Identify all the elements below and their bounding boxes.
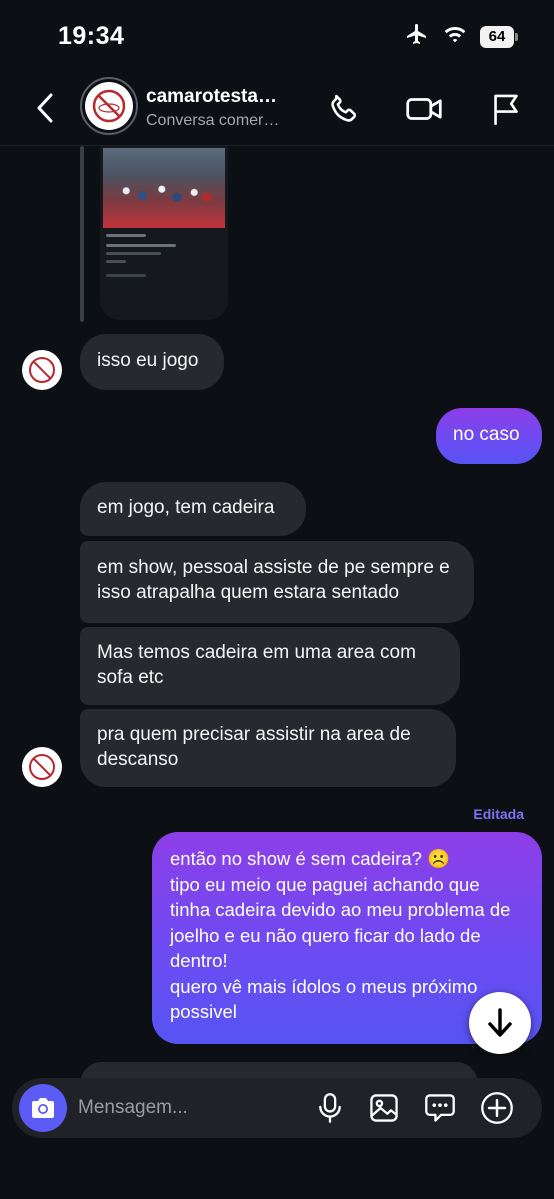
airplane-icon bbox=[404, 22, 430, 51]
battery-level: 64 bbox=[480, 25, 514, 48]
sticker-button[interactable] bbox=[422, 1090, 458, 1126]
battery-tip bbox=[515, 32, 518, 41]
contact-chat-avatar[interactable] bbox=[22, 350, 62, 390]
message-incoming[interactable]: em show, pessoal assiste de pe sempre e … bbox=[80, 541, 474, 623]
message-composer bbox=[12, 1078, 542, 1138]
status-bar: 19:34 64 bbox=[0, 0, 554, 72]
message-outgoing[interactable]: no caso bbox=[436, 408, 542, 464]
contact-avatar[interactable] bbox=[80, 77, 138, 135]
message-input[interactable] bbox=[78, 1092, 298, 1124]
conversation-header: camarotesta… Conversa comer… bbox=[0, 72, 554, 146]
no-sign-logo-icon bbox=[29, 754, 55, 780]
contact-chat-avatar[interactable] bbox=[22, 747, 62, 787]
edited-label: Editada bbox=[473, 806, 524, 822]
post-actions-row bbox=[106, 234, 146, 237]
dm-conversation-screen: 19:34 64 camarotesta… Conversa comer… is… bbox=[0, 0, 554, 1199]
sticker-chat-icon bbox=[425, 1094, 455, 1122]
message-incoming[interactable]: em jogo, tem cadeira bbox=[80, 482, 306, 536]
status-icons: 64 bbox=[404, 22, 518, 51]
contact-status: Conversa comer… bbox=[146, 112, 280, 129]
message-incoming[interactable]: pra quem precisar assistir na area de de… bbox=[80, 709, 456, 787]
flag-icon bbox=[494, 94, 518, 125]
message-incoming[interactable]: isso eu jogo bbox=[80, 334, 224, 390]
no-sign-logo-icon bbox=[29, 357, 55, 383]
voice-call-button[interactable] bbox=[324, 89, 364, 129]
message-incoming[interactable]: Mas temos cadeira em uma area com sofa e… bbox=[80, 627, 460, 705]
phone-icon bbox=[331, 94, 357, 122]
video-camera-icon bbox=[406, 98, 442, 120]
status-time: 19:34 bbox=[58, 22, 125, 50]
no-sign-logo-icon bbox=[85, 82, 133, 130]
post-caption-line bbox=[106, 260, 126, 263]
reply-indicator-line bbox=[80, 146, 84, 322]
back-button[interactable] bbox=[30, 90, 60, 126]
gallery-icon bbox=[370, 1094, 398, 1122]
more-options-button[interactable] bbox=[479, 1090, 515, 1126]
microphone-icon bbox=[319, 1093, 341, 1123]
back-chevron-icon bbox=[37, 93, 53, 123]
camera-icon bbox=[32, 1098, 54, 1118]
arrow-down-icon bbox=[488, 1008, 512, 1037]
post-caption-line bbox=[106, 244, 176, 247]
voice-message-button[interactable] bbox=[312, 1090, 348, 1126]
post-meta-line bbox=[106, 274, 146, 277]
shared-post-preview[interactable] bbox=[100, 140, 228, 320]
scroll-to-bottom-button[interactable] bbox=[469, 992, 531, 1054]
camera-button[interactable] bbox=[19, 1084, 67, 1132]
contact-name[interactable]: camarotesta… bbox=[146, 86, 296, 108]
plus-icon bbox=[481, 1092, 513, 1124]
report-button[interactable] bbox=[486, 89, 526, 129]
wifi-icon bbox=[442, 23, 468, 50]
battery-icon: 64 bbox=[480, 25, 518, 48]
post-caption-line bbox=[106, 252, 161, 255]
shared-post-crowd bbox=[110, 178, 218, 210]
gallery-button[interactable] bbox=[366, 1090, 402, 1126]
video-call-button[interactable] bbox=[404, 89, 444, 129]
